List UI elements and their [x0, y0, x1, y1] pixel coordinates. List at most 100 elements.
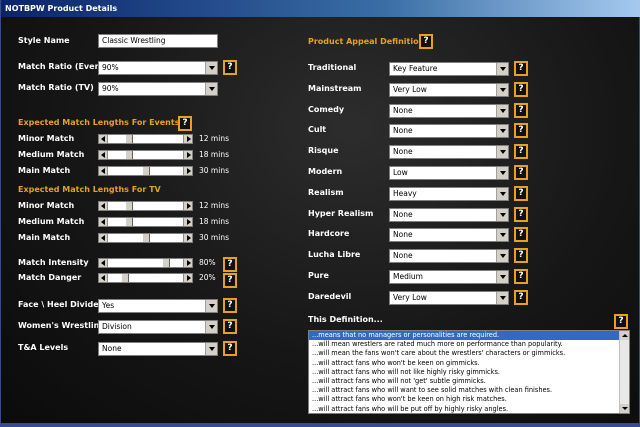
- tv-minor-slider[interactable]: [98, 201, 193, 211]
- events-medium-slider[interactable]: [98, 150, 193, 160]
- appeal-cult-select[interactable]: None: [389, 124, 509, 138]
- definition-list-item[interactable]: ...will attract fans who won't be keen o…: [309, 359, 619, 368]
- slider-left-arrow-icon[interactable]: [99, 274, 108, 282]
- appeal-modern-select[interactable]: Low: [389, 166, 509, 180]
- womens-wrestling-help-icon[interactable]: ?: [223, 319, 237, 334]
- slider-thumb[interactable]: [125, 202, 133, 210]
- chevron-down-icon[interactable]: [496, 292, 508, 304]
- scroll-down-icon[interactable]: [620, 404, 629, 413]
- intensity-slider[interactable]: [98, 258, 193, 268]
- appeal-cult-help-icon[interactable]: ?: [514, 123, 528, 138]
- events-minor-slider[interactable]: [98, 134, 193, 144]
- definition-help-icon[interactable]: ?: [614, 314, 628, 329]
- appeal-pure-help-icon[interactable]: ?: [514, 269, 528, 284]
- slider-right-arrow-icon[interactable]: [183, 259, 192, 267]
- face-heel-help-icon[interactable]: ?: [223, 298, 237, 313]
- chevron-down-icon[interactable]: [496, 250, 508, 262]
- appeal-hyper-realism-help-icon[interactable]: ?: [514, 207, 528, 222]
- definition-scrollbar[interactable]: [619, 331, 629, 413]
- style-name-input[interactable]: Classic Wrestling: [98, 34, 218, 48]
- events-main-slider[interactable]: [98, 166, 193, 176]
- slider-left-arrow-icon[interactable]: [99, 259, 108, 267]
- definition-list-item[interactable]: ...means that no managers or personaliti…: [309, 331, 619, 341]
- scroll-up-icon[interactable]: [620, 331, 629, 340]
- slider-left-arrow-icon[interactable]: [99, 202, 108, 210]
- appeal-traditional-select[interactable]: Key Feature: [389, 62, 509, 76]
- definition-list-item[interactable]: ...will attract fans who won't be keen o…: [309, 395, 619, 404]
- match-ratio-event-help-icon[interactable]: ?: [223, 60, 237, 75]
- slider-thumb[interactable]: [162, 259, 170, 267]
- chevron-down-icon[interactable]: [496, 84, 508, 96]
- slider-right-arrow-icon[interactable]: [183, 218, 192, 226]
- appeal-traditional-help-icon[interactable]: ?: [514, 61, 528, 76]
- chevron-down-icon[interactable]: [496, 105, 508, 117]
- slider-thumb[interactable]: [142, 234, 150, 242]
- definition-list-item[interactable]: ...will attract fans who will not 'get' …: [309, 377, 619, 386]
- slider-left-arrow-icon[interactable]: [99, 218, 108, 226]
- events-section-help-icon[interactable]: ?: [178, 116, 192, 131]
- danger-help-icon[interactable]: ?: [223, 273, 237, 288]
- chevron-down-icon[interactable]: [496, 146, 508, 158]
- appeal-hardcore-help-icon[interactable]: ?: [514, 227, 528, 242]
- slider-thumb[interactable]: [125, 135, 133, 143]
- tv-main-slider[interactable]: [98, 233, 193, 243]
- appeal-section-help-icon[interactable]: ?: [419, 34, 433, 49]
- tv-medium-slider[interactable]: [98, 217, 193, 227]
- chevron-down-icon[interactable]: [496, 125, 508, 137]
- intensity-help-icon[interactable]: ?: [223, 257, 237, 272]
- definition-list[interactable]: ...means that no managers or personaliti…: [308, 330, 630, 414]
- chevron-down-icon[interactable]: [496, 188, 508, 200]
- slider-thumb[interactable]: [142, 167, 150, 175]
- definition-list-item[interactable]: ...will attract fans who will want to se…: [309, 386, 619, 395]
- appeal-modern-help-icon[interactable]: ?: [514, 165, 528, 180]
- appeal-comedy-help-icon[interactable]: ?: [514, 103, 528, 118]
- slider-left-arrow-icon[interactable]: [99, 234, 108, 242]
- slider-right-arrow-icon[interactable]: [183, 135, 192, 143]
- face-heel-select[interactable]: Yes: [98, 299, 218, 313]
- appeal-pure-select[interactable]: Medium: [389, 270, 509, 284]
- slider-right-arrow-icon[interactable]: [183, 167, 192, 175]
- ta-levels-select[interactable]: None: [98, 342, 218, 356]
- definition-list-item[interactable]: ...will attract fans who will be put off…: [309, 405, 619, 414]
- slider-left-arrow-icon[interactable]: [99, 167, 108, 175]
- slider-right-arrow-icon[interactable]: [183, 151, 192, 159]
- appeal-risque-select[interactable]: None: [389, 145, 509, 159]
- appeal-hyper-realism-select[interactable]: None: [389, 208, 509, 222]
- danger-slider[interactable]: [98, 273, 193, 283]
- appeal-mainstream-select[interactable]: Very Low: [389, 83, 509, 97]
- slider-thumb[interactable]: [125, 218, 133, 226]
- appeal-daredevil-select[interactable]: Very Low: [389, 291, 509, 305]
- chevron-down-icon[interactable]: [496, 229, 508, 241]
- ta-levels-help-icon[interactable]: ?: [223, 341, 237, 356]
- chevron-down-icon[interactable]: [496, 63, 508, 75]
- chevron-down-icon[interactable]: [496, 167, 508, 179]
- chevron-down-icon[interactable]: [205, 62, 217, 74]
- womens-wrestling-select[interactable]: Division: [98, 320, 218, 334]
- chevron-down-icon[interactable]: [496, 209, 508, 221]
- appeal-realism-select[interactable]: Heavy: [389, 187, 509, 201]
- slider-right-arrow-icon[interactable]: [183, 274, 192, 282]
- slider-right-arrow-icon[interactable]: [183, 202, 192, 210]
- definition-list-item[interactable]: ...will mean wrestlers are rated much mo…: [309, 340, 619, 349]
- appeal-comedy-select[interactable]: None: [389, 104, 509, 118]
- chevron-down-icon[interactable]: [205, 321, 217, 333]
- appeal-realism-help-icon[interactable]: ?: [514, 186, 528, 201]
- slider-right-arrow-icon[interactable]: [183, 234, 192, 242]
- match-ratio-tv-select[interactable]: 90%: [98, 82, 218, 96]
- appeal-risque-help-icon[interactable]: ?: [514, 144, 528, 159]
- slider-thumb[interactable]: [121, 274, 129, 282]
- slider-left-arrow-icon[interactable]: [99, 151, 108, 159]
- slider-thumb[interactable]: [125, 151, 133, 159]
- definition-list-item[interactable]: ...will attract fans who will not like h…: [309, 368, 619, 377]
- slider-left-arrow-icon[interactable]: [99, 135, 108, 143]
- chevron-down-icon[interactable]: [205, 300, 217, 312]
- chevron-down-icon[interactable]: [205, 343, 217, 355]
- definition-list-item[interactable]: ...will mean the fans won't care about t…: [309, 349, 619, 358]
- appeal-mainstream-help-icon[interactable]: ?: [514, 82, 528, 97]
- appeal-hardcore-select[interactable]: None: [389, 228, 509, 242]
- appeal-daredevil-help-icon[interactable]: ?: [514, 290, 528, 305]
- chevron-down-icon[interactable]: [205, 83, 217, 95]
- chevron-down-icon[interactable]: [496, 271, 508, 283]
- appeal-lucha-libre-select[interactable]: None: [389, 249, 509, 263]
- match-ratio-event-select[interactable]: 90%: [98, 61, 218, 75]
